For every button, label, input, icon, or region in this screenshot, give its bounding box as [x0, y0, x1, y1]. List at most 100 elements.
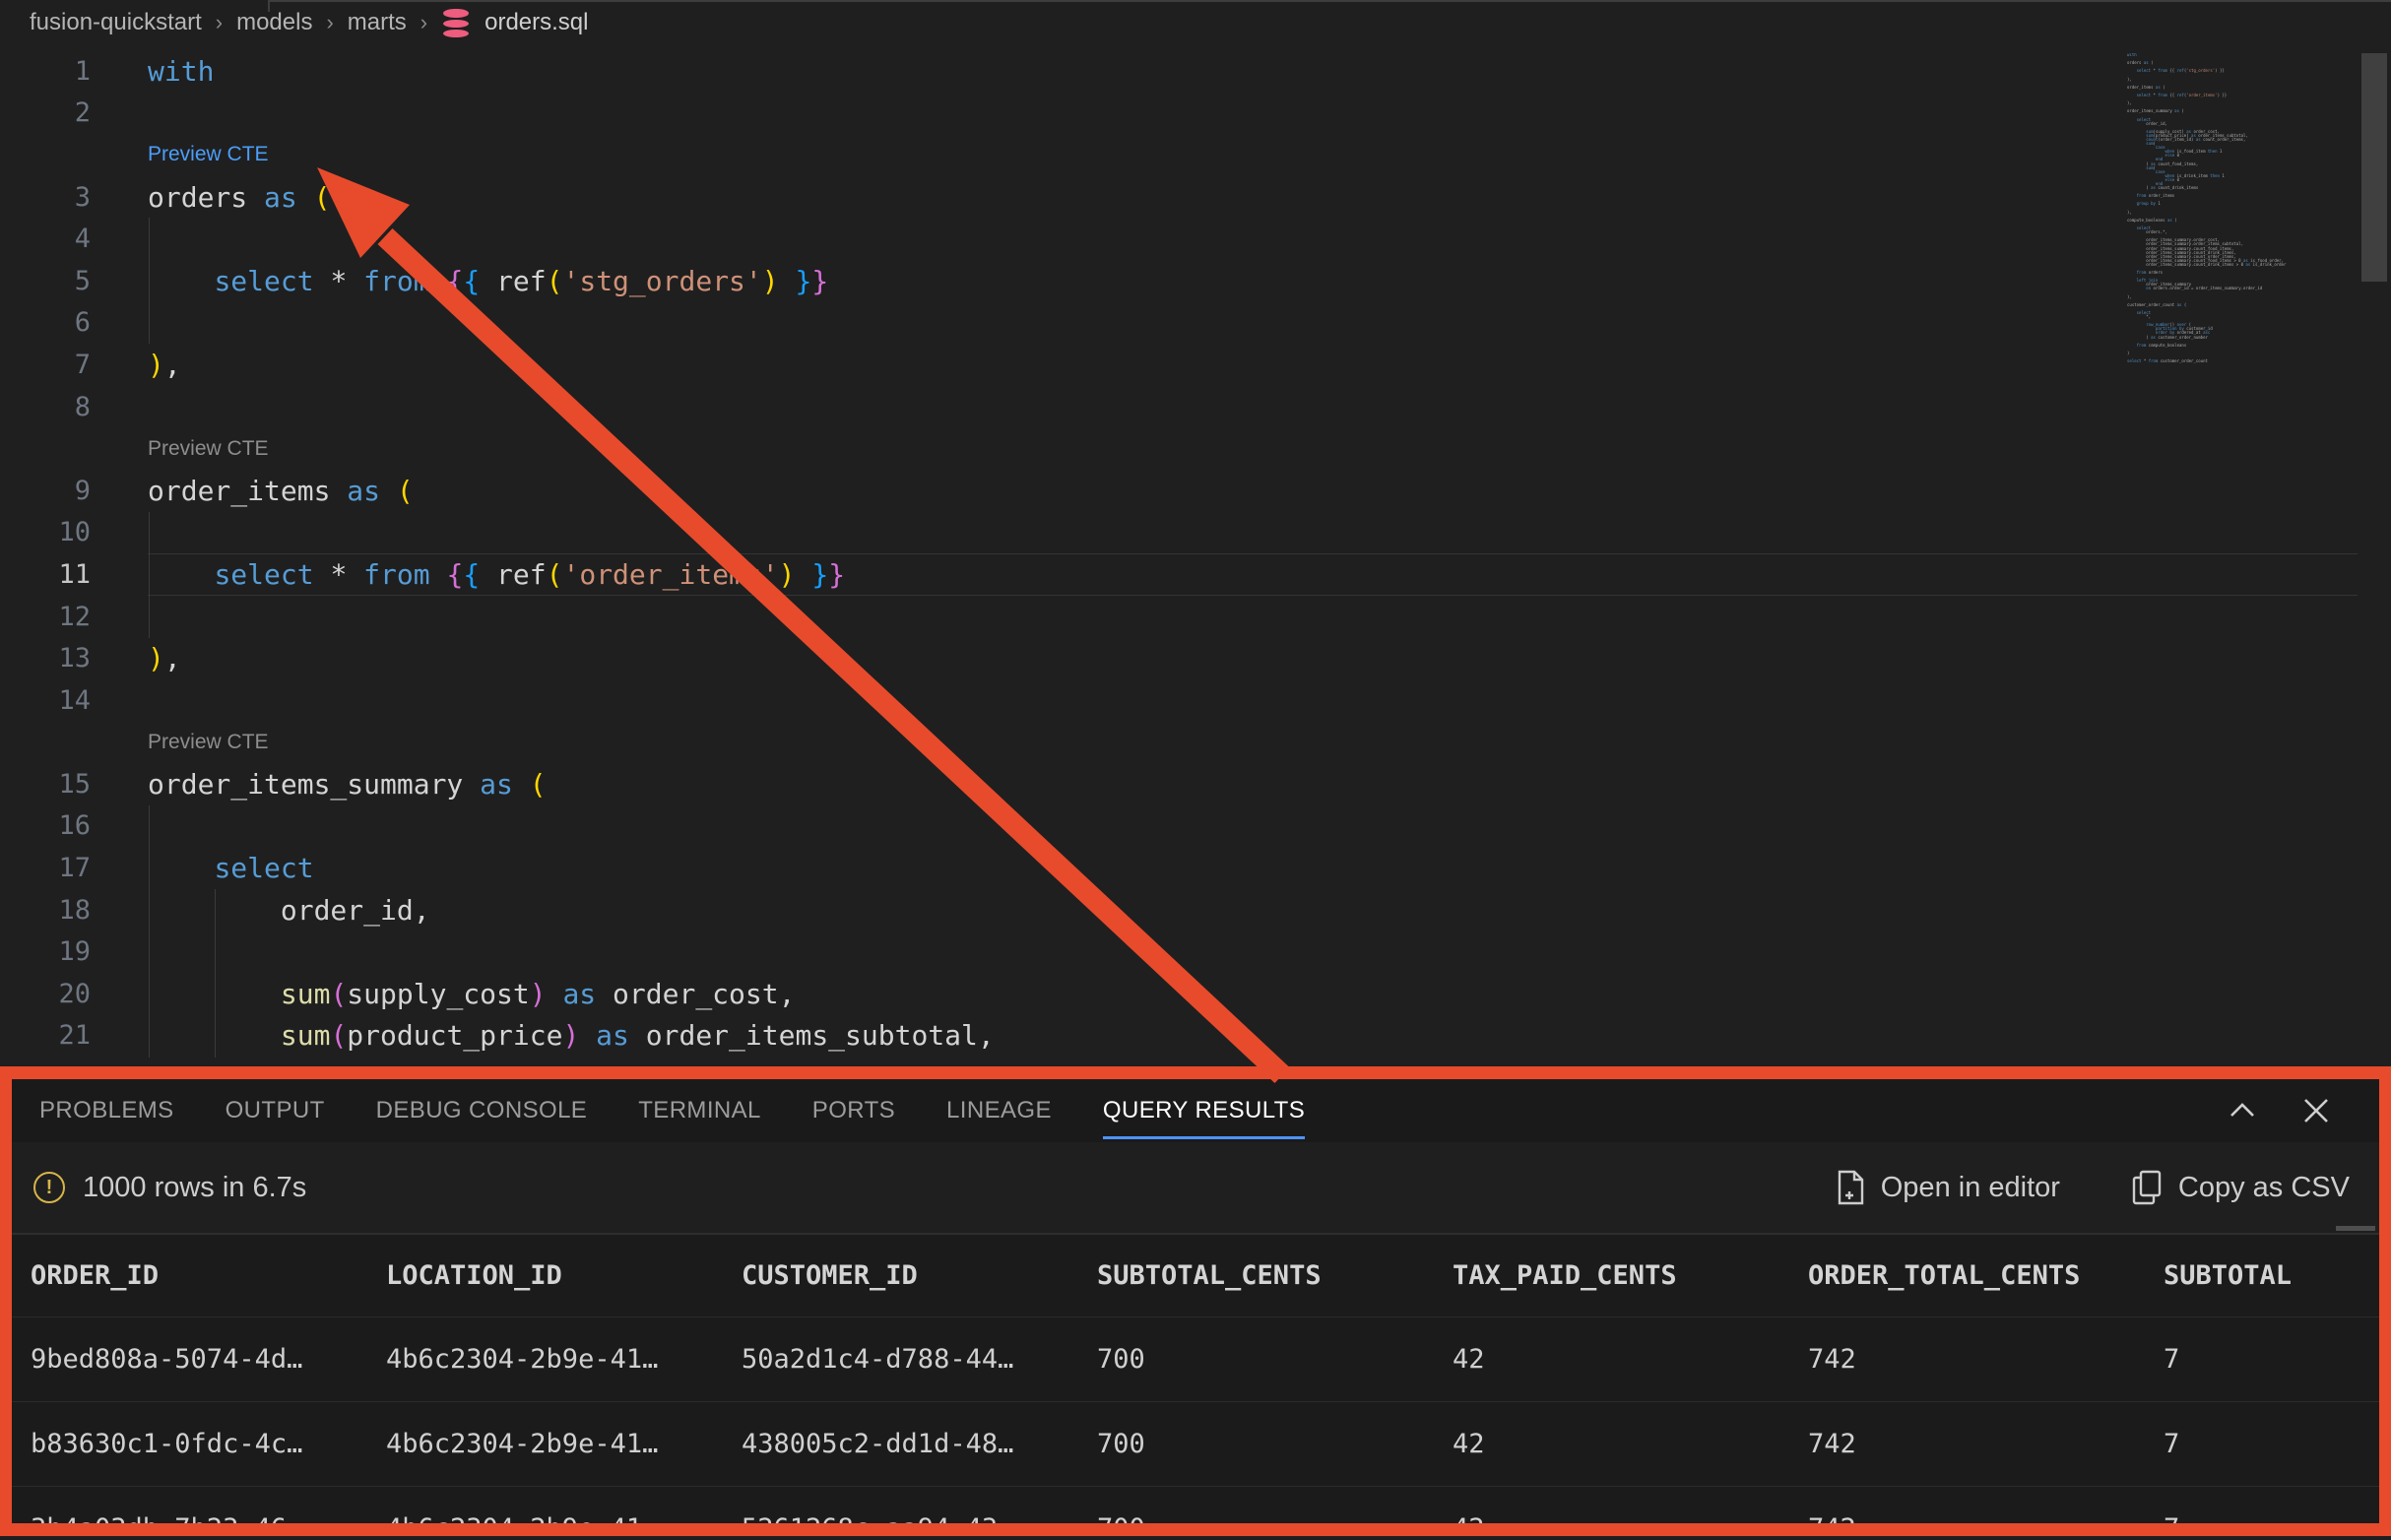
table-cell: 7 [2145, 1344, 2379, 1375]
code-text: sum(supply_cost) as order_cost, [0, 978, 795, 1010]
code-line-4[interactable]: 4 [0, 218, 2358, 260]
code-line-18[interactable]: 18 order_id, [0, 889, 2358, 931]
table-cell: 742 [1789, 1344, 2145, 1375]
code-line-20[interactable]: 20 sum(supply_cost) as order_cost, [0, 973, 2358, 1015]
open-in-editor-button[interactable]: Open in editor [1836, 1170, 2060, 1205]
table-cell: 438005c2-dd1d-48… [723, 1429, 1078, 1459]
code-line-21[interactable]: 21 sum(product_price) as order_items_sub… [0, 1015, 2358, 1058]
warning-icon: ! [33, 1172, 65, 1203]
line-number: 12 [0, 602, 91, 632]
code-editor[interactable]: 1with2Preview CTE3orders as (45 select *… [0, 50, 2358, 1057]
breadcrumb-item[interactable]: fusion-quickstart [30, 9, 202, 36]
panel-tab-lineage[interactable]: LINEAGE [946, 1079, 1052, 1142]
minimap[interactable]: with orders as ( select * from {{ ref('s… [2127, 53, 2358, 378]
codelens-preview-cte[interactable]: Preview CTE [0, 722, 2358, 764]
panel-tab-debug-console[interactable]: DEBUG CONSOLE [376, 1079, 588, 1142]
close-icon[interactable] [2302, 1097, 2330, 1124]
breadcrumb[interactable]: fusion-quickstart›models›marts›orders.sq… [30, 0, 588, 45]
code-line-5[interactable]: 5 select * from {{ ref('stg_orders') }} [0, 260, 2358, 302]
breadcrumb-file[interactable]: orders.sql [485, 9, 588, 36]
code-line-15[interactable]: 15order_items_summary as ( [0, 763, 2358, 805]
table-scrollbar-thumb[interactable] [2336, 1226, 2375, 1231]
file-plus-icon [1836, 1170, 1865, 1205]
results-table-header: ORDER_IDLOCATION_IDCUSTOMER_IDSUBTOTAL_C… [12, 1233, 2379, 1316]
panel-tab-terminal[interactable]: TERMINAL [638, 1079, 761, 1142]
panel-tab-output[interactable]: OUTPUT [226, 1079, 325, 1142]
table-cell: 4b6c2304-2b9e-41… [367, 1344, 723, 1375]
code-line-19[interactable]: 19 [0, 930, 2358, 973]
panel-tab-problems[interactable]: PROBLEMS [39, 1079, 174, 1142]
line-number: 10 [0, 517, 91, 547]
line-number: 17 [0, 853, 91, 883]
code-text: select * from {{ ref('order_items') }} [0, 558, 845, 591]
line-number: 21 [0, 1020, 91, 1051]
code-line-2[interactable]: 2 [0, 93, 2358, 135]
indent-guide [215, 889, 216, 1058]
code-line-7[interactable]: 7), [0, 344, 2358, 386]
breadcrumb-separator: › [326, 10, 333, 35]
code-line-17[interactable]: 17 select [0, 847, 2358, 889]
code-line-6[interactable]: 6 [0, 302, 2358, 345]
code-line-1[interactable]: 1with [0, 50, 2358, 93]
table-row[interactable]: 9bed808a-5074-4d…4b6c2304-2b9e-41…50a2d1… [12, 1316, 2379, 1401]
panel-tab-ports[interactable]: PORTS [812, 1079, 895, 1142]
table-row[interactable]: b83630c1-0fdc-4c…4b6c2304-2b9e-41…438005… [12, 1401, 2379, 1486]
column-header-subtotal_cents[interactable]: SUBTOTAL_CENTS [1078, 1260, 1434, 1291]
code-text: select * from {{ ref('stg_orders') }} [0, 265, 828, 297]
chevron-up-icon[interactable] [2228, 1100, 2257, 1122]
breadcrumb-item[interactable]: marts [348, 9, 407, 36]
annotation-box-top [0, 1066, 2391, 1079]
code-line-10[interactable]: 10 [0, 512, 2358, 554]
table-cell: 7 [2145, 1429, 2379, 1459]
codelens-preview-cte[interactable]: Preview CTE [0, 427, 2358, 470]
line-number: 4 [0, 224, 91, 254]
line-number: 2 [0, 97, 91, 128]
indent-guide [149, 805, 150, 1058]
results-status: 1000 rows in 6.7s [83, 1172, 306, 1204]
column-header-location_id[interactable]: LOCATION_ID [367, 1260, 723, 1291]
annotation-box-bottom [0, 1523, 2391, 1536]
column-header-order_id[interactable]: ORDER_ID [12, 1260, 367, 1291]
table-cell: 4b6c2304-2b9e-41… [367, 1429, 723, 1459]
line-number: 5 [0, 266, 91, 296]
table-row[interactable]: 3b4a03db-7b23-464b6c2304-2b9e-415261268c… [12, 1486, 2379, 1523]
column-header-order_total_cents[interactable]: ORDER_TOTAL_CENTS [1789, 1260, 2145, 1291]
code-line-8[interactable]: 8 [0, 386, 2358, 428]
line-number: 19 [0, 936, 91, 967]
annotation-box-left [0, 1066, 12, 1536]
table-cell: 4b6c2304-2b9e-41 [367, 1513, 723, 1523]
code-line-3[interactable]: 3orders as ( [0, 176, 2358, 219]
code-line-9[interactable]: 9order_items as ( [0, 470, 2358, 512]
codelens-preview-cte[interactable]: Preview CTE [0, 134, 2358, 176]
line-number: 1 [0, 56, 91, 87]
line-number: 15 [0, 769, 91, 800]
table-cell: 50a2d1c4-d788-44… [723, 1344, 1078, 1375]
table-cell: 42 [1434, 1429, 1789, 1459]
column-header-tax_paid_cents[interactable]: TAX_PAID_CENTS [1434, 1260, 1789, 1291]
table-cell: 42 [1434, 1513, 1789, 1523]
code-line-13[interactable]: 13), [0, 637, 2358, 679]
line-number: 16 [0, 810, 91, 841]
table-cell: 742 [1789, 1429, 2145, 1459]
panel-tab-query-results[interactable]: QUERY RESULTS [1103, 1079, 1305, 1142]
vscode-window: fusion-quickstart›models›marts›orders.sq… [0, 0, 2391, 1540]
breadcrumb-separator: › [216, 10, 223, 35]
column-header-customer_id[interactable]: CUSTOMER_ID [723, 1260, 1078, 1291]
table-cell: 700 [1078, 1344, 1434, 1375]
code-line-12[interactable]: 12 [0, 596, 2358, 638]
open-in-editor-label: Open in editor [1881, 1172, 2060, 1204]
copy-icon [2131, 1170, 2163, 1205]
indent-guide [149, 218, 150, 344]
copy-as-csv-button[interactable]: Copy as CSV [2131, 1170, 2350, 1205]
code-line-14[interactable]: 14 [0, 679, 2358, 722]
editor-scrollbar-thumb[interactable] [2361, 53, 2387, 282]
line-number: 20 [0, 979, 91, 1009]
code-line-16[interactable]: 16 [0, 805, 2358, 848]
results-table-body: 9bed808a-5074-4d…4b6c2304-2b9e-41…50a2d1… [12, 1316, 2379, 1523]
code-line-11[interactable]: 11 select * from {{ ref('order_items') }… [0, 553, 2358, 596]
indent-guide [149, 512, 150, 638]
bottom-panel: PROBLEMS OUTPUT DEBUG CONSOLE TERMINAL PORTS… [12, 1079, 2379, 1523]
column-header-subtotal[interactable]: SUBTOTAL [2145, 1260, 2379, 1291]
breadcrumb-item[interactable]: models [236, 9, 312, 36]
line-number: 8 [0, 392, 91, 422]
